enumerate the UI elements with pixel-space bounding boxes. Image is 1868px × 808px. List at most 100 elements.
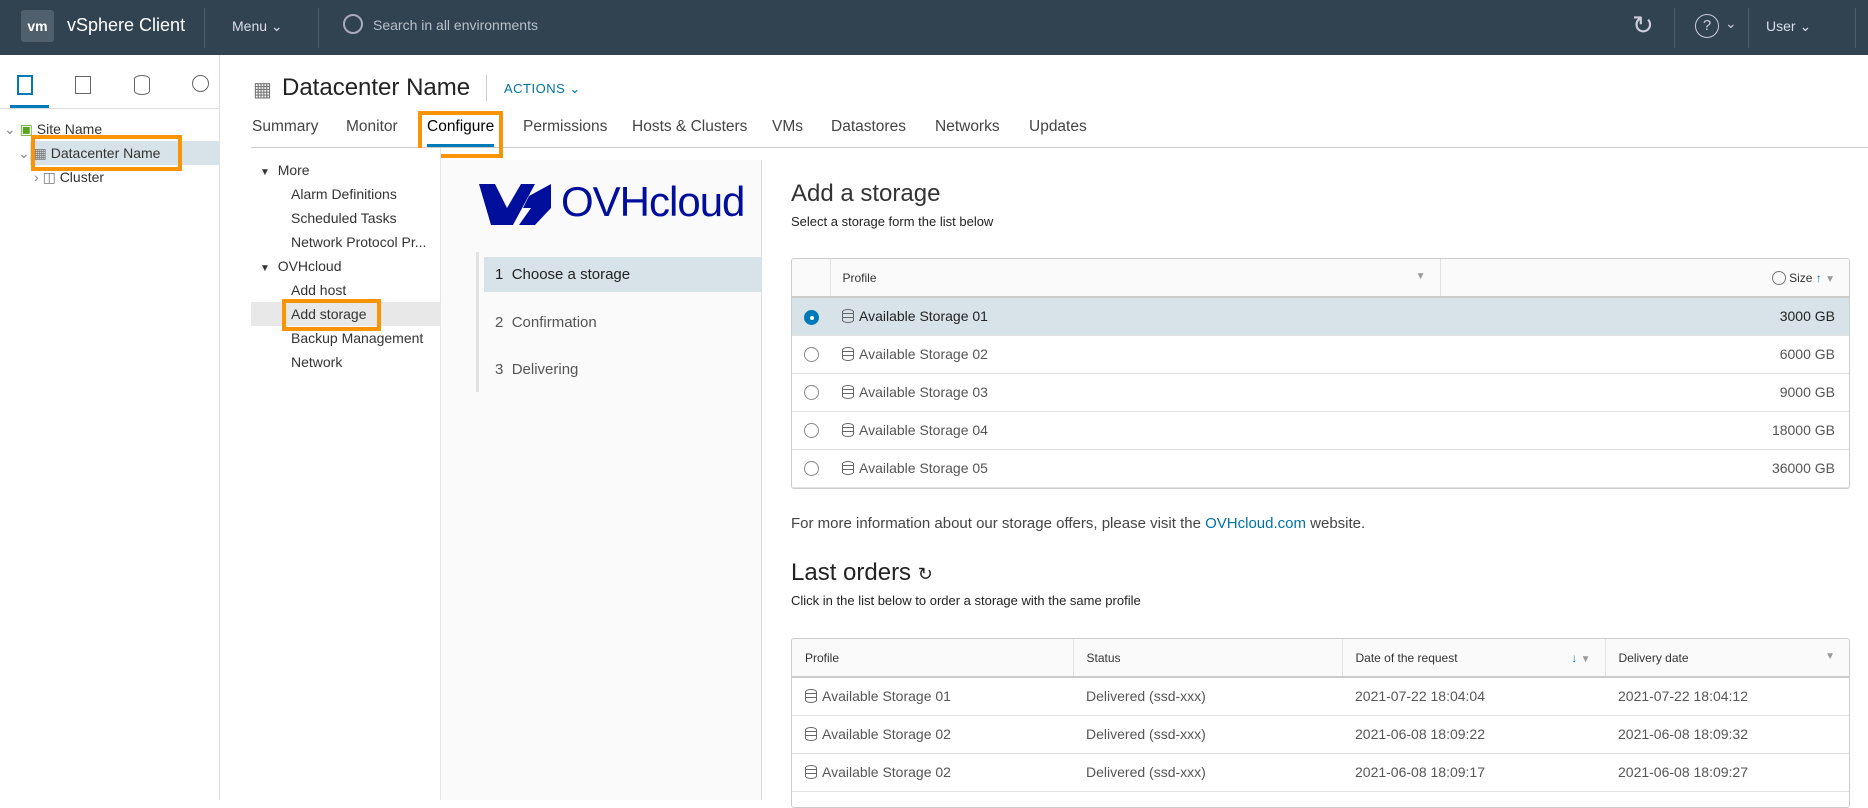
nav-network-protocol[interactable]: Network Protocol Pr... <box>251 230 441 254</box>
networking-icon[interactable] <box>192 75 209 92</box>
actions-button[interactable]: ACTIONS ⌄ <box>504 81 581 97</box>
refresh-icon[interactable]: ↻ <box>1632 10 1654 41</box>
menu-button[interactable]: Menu ⌄ <box>232 18 283 35</box>
storage-size: 3000 GB <box>1440 297 1849 336</box>
tree-item-cluster[interactable]: › ◫ Cluster <box>34 165 104 189</box>
storage-radio[interactable] <box>803 385 819 401</box>
ovhcloud-link[interactable]: OVHcloud.com <box>1205 515 1306 532</box>
help-chevron-icon[interactable]: ⌄ <box>1725 15 1737 32</box>
nav-backup-management[interactable]: Backup Management <box>251 326 441 350</box>
search-input[interactable]: Search in all environments <box>373 17 538 33</box>
menu-label: Menu <box>232 18 268 34</box>
wizard-step-2[interactable]: 2 Confirmation <box>484 305 762 340</box>
order-delivery-date: 2021-06-08 18:09:27 <box>1605 753 1849 792</box>
column-status[interactable]: Status <box>1072 639 1342 678</box>
tree-label: Site Name <box>36 121 103 137</box>
order-profile: Available Storage 02 <box>822 764 951 780</box>
vmware-logo: vm <box>21 10 54 42</box>
storage-radio[interactable] <box>803 309 819 325</box>
column-delivery-date[interactable]: Delivery date ▼ <box>1604 639 1849 678</box>
datacenter-icon: ▦ <box>253 79 272 101</box>
storage-profile: Available Storage 01 <box>859 308 988 325</box>
nav-network[interactable]: Network <box>251 350 441 374</box>
order-profile: Available Storage 01 <box>822 688 951 705</box>
tree-item-site[interactable]: ⌄ ▣ Site Name <box>4 117 102 141</box>
storage-size: 36000 GB <box>1440 449 1849 488</box>
tree-label: Datacenter Name <box>50 145 161 161</box>
order-status: Delivered (ssd-xxx) <box>1073 753 1342 792</box>
nav-add-storage[interactable]: Add storage <box>251 302 441 326</box>
tree-item-datacenter[interactable]: ⌄ ▦ Datacenter Name <box>18 141 220 165</box>
tab-updates[interactable]: Updates <box>1029 118 1087 136</box>
order-profile: Available Storage 02 <box>822 726 951 742</box>
database-icon <box>842 461 854 475</box>
tab-hosts-clusters[interactable]: Hosts & Clusters <box>632 118 747 136</box>
add-storage-subtitle: Select a storage form the list below <box>791 214 994 229</box>
storage-row[interactable]: Available Storage 03 9000 GB <box>792 373 1849 412</box>
order-row[interactable]: Available Storage 01 Delivered (ssd-xxx)… <box>792 677 1849 716</box>
storage-profile: Available Storage 04 <box>859 422 988 438</box>
chevron-down-icon: ⌄ <box>270 18 283 34</box>
order-row[interactable]: Available Storage 02 Delivered (ssd-xxx)… <box>792 715 1849 754</box>
tab-summary[interactable]: Summary <box>252 118 318 136</box>
help-icon[interactable]: ? <box>1695 14 1719 38</box>
storage-row[interactable]: Available Storage 01 3000 GB <box>792 297 1849 336</box>
storage-radio[interactable] <box>803 461 819 477</box>
wizard-step-1[interactable]: 1 Choose a storage <box>484 257 762 292</box>
storage-size: 18000 GB <box>1440 411 1849 450</box>
column-profile[interactable]: Profile <box>792 639 1073 678</box>
order-delivery-date: 2021-07-22 18:04:12 <box>1605 677 1849 716</box>
hosts-clusters-icon[interactable] <box>17 75 33 95</box>
column-profile[interactable]: Profile ▼ <box>829 259 1440 298</box>
filter-icon: ▼ <box>1825 650 1835 662</box>
storage-icon[interactable] <box>134 75 150 95</box>
order-delivery-date: 2021-06-08 18:09:32 <box>1605 715 1849 754</box>
order-request-date: 2021-07-22 18:04:04 <box>1342 677 1605 716</box>
nav-alarm-definitions[interactable]: Alarm Definitions <box>251 182 441 206</box>
cluster-icon: ◫ <box>42 169 56 185</box>
column-request-date[interactable]: Date of the request ↓ ▼ <box>1341 639 1605 678</box>
wizard-panel: OVHcloud 1 Choose a storage 2 Confirmati… <box>441 160 762 800</box>
nav-group-more[interactable]: ▼ More <box>251 158 441 182</box>
tree-label: Cluster <box>59 169 105 185</box>
storage-radio[interactable] <box>803 423 819 439</box>
storage-radio[interactable] <box>803 347 819 363</box>
order-status: Delivered (ssd-xxx) <box>1073 715 1342 754</box>
size-icon <box>1771 270 1786 285</box>
top-bar: vm vSphere Client Menu ⌄ Search in all e… <box>0 0 1868 55</box>
search-icon <box>343 14 363 34</box>
column-size[interactable]: Size ↑ ▼ <box>1439 259 1849 298</box>
database-icon <box>842 423 854 437</box>
nav-group-ovhcloud[interactable]: ▼ OVHcloud <box>251 254 441 278</box>
storage-profile: Available Storage 05 <box>859 460 988 476</box>
storage-row[interactable]: Available Storage 04 18000 GB <box>792 411 1849 450</box>
tab-permissions[interactable]: Permissions <box>523 118 607 136</box>
add-storage-title: Add a storage <box>791 180 941 207</box>
storage-profile: Available Storage 02 <box>859 346 988 362</box>
sort-desc-icon: ↓ <box>1571 650 1578 665</box>
storage-row[interactable]: Available Storage 02 6000 GB <box>792 335 1849 374</box>
page-title: Datacenter Name <box>282 74 471 101</box>
ovhcloud-wordmark: OVHcloud <box>561 178 745 225</box>
tab-configure[interactable]: Configure <box>427 118 494 136</box>
database-icon <box>842 385 854 399</box>
filter-icon: ▼ <box>1825 273 1835 285</box>
nav-add-host[interactable]: Add host <box>251 278 441 302</box>
storage-row[interactable]: Available Storage 05 36000 GB <box>792 449 1849 488</box>
refresh-icon[interactable]: ↻ <box>918 564 933 584</box>
vms-templates-icon[interactable] <box>75 76 91 94</box>
nav-scheduled-tasks[interactable]: Scheduled Tasks <box>251 206 441 230</box>
info-text: For more information about our storage o… <box>791 515 1366 532</box>
tab-monitor[interactable]: Monitor <box>346 118 398 136</box>
tab-vms[interactable]: VMs <box>772 118 803 136</box>
wizard-step-3[interactable]: 3 Delivering <box>484 352 762 387</box>
database-icon <box>805 727 817 741</box>
order-row[interactable]: Available Storage 02 Delivered (ssd-xxx)… <box>792 753 1849 792</box>
order-status: Delivered (ssd-xxx) <box>1073 677 1342 716</box>
filter-icon: ▼ <box>1415 270 1426 282</box>
order-request-date: 2021-06-08 18:09:22 <box>1342 715 1605 754</box>
user-menu[interactable]: User ⌄ <box>1766 18 1811 35</box>
tab-networks[interactable]: Networks <box>935 118 1000 136</box>
orders-table: Profile Status Date of the request ↓ ▼ De… <box>791 638 1850 808</box>
tab-datastores[interactable]: Datastores <box>831 118 906 136</box>
